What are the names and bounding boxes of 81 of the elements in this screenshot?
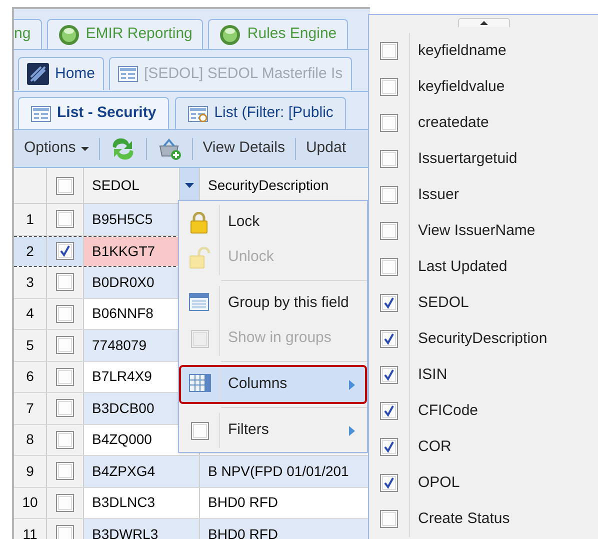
caret-icon [480, 21, 488, 25]
row-number: 1 [14, 204, 47, 234]
row-number: 4 [14, 298, 47, 329]
checkbox[interactable] [380, 474, 398, 492]
caret-icon [80, 146, 89, 150]
checkbox[interactable] [191, 422, 209, 440]
row-number: 5 [14, 330, 47, 360]
checkbox[interactable] [380, 114, 398, 132]
checkbox[interactable] [380, 78, 398, 96]
menu-item[interactable]: keyfieldname [369, 33, 598, 69]
checkbox[interactable] [56, 368, 74, 386]
checkbox[interactable] [56, 399, 74, 418]
row-number: 8 [14, 424, 47, 455]
checkbox[interactable] [380, 510, 398, 528]
table-cell: B4ZPXG4 [84, 456, 200, 486]
menu-item[interactable]: Last Updated [369, 249, 598, 285]
scroll-up-button[interactable] [458, 18, 510, 27]
row-number: 6 [14, 362, 47, 392]
menu-item[interactable]: CFICode [369, 393, 598, 429]
menu-item[interactable]: Issuer [369, 177, 598, 213]
row-number: 2 [14, 236, 47, 266]
row-number: 11 [14, 519, 47, 539]
checkbox[interactable] [380, 402, 398, 420]
menu-item[interactable]: Columns [181, 367, 365, 402]
unlock-icon [189, 246, 211, 268]
row-number: 9 [14, 456, 47, 486]
view-tab[interactable]: List (Filter: [Public [175, 97, 346, 129]
list-icon [118, 66, 138, 82]
menu-item[interactable]: Issuertargetuid [369, 141, 598, 177]
toolbar-button[interactable]: Updat [306, 137, 346, 160]
menu-item[interactable]: SecurityDescription [369, 321, 598, 357]
checkbox[interactable] [56, 273, 74, 292]
checkbox[interactable] [380, 366, 398, 384]
checkbox[interactable] [56, 336, 74, 354]
menu-item[interactable]: COR [369, 429, 598, 465]
checkbox[interactable] [380, 222, 398, 240]
menu-item[interactable]: keyfieldvalue [369, 69, 598, 105]
checkbox[interactable] [56, 210, 74, 228]
column-header[interactable]: SecurityDescription [200, 168, 370, 203]
logo-icon [27, 63, 49, 85]
caret-icon [185, 183, 194, 188]
checkbox[interactable] [380, 294, 398, 312]
table-cell-text: BHD0 RFD [208, 524, 278, 539]
checkbox[interactable] [56, 430, 74, 449]
table-cell-text: BHD0 RFD [208, 493, 278, 512]
basket-add-icon [156, 136, 182, 160]
checkbox[interactable] [380, 438, 398, 456]
orb-icon [219, 24, 242, 46]
table-cell: B3DWRL3 [84, 519, 200, 539]
menu-item[interactable]: OPOL [369, 465, 598, 501]
checkbox[interactable] [380, 258, 398, 276]
submenu-arrow-icon [349, 380, 355, 390]
row-number: 10 [14, 488, 47, 518]
table-cell-text: B NPV(FPD 01/01/201 [208, 462, 349, 481]
add-button[interactable] [156, 136, 182, 160]
checkbox[interactable] [380, 150, 398, 168]
orb-icon [58, 24, 80, 46]
list-search-icon [188, 106, 208, 122]
toolbar-button[interactable]: View Details [202, 137, 285, 160]
checkbox[interactable] [56, 176, 74, 194]
menu-item[interactable]: View IssuerName [369, 213, 598, 249]
view-tab[interactable]: List - Security [18, 97, 170, 129]
checkbox[interactable] [380, 42, 398, 60]
row-number: 3 [14, 267, 47, 298]
submenu-arrow-icon [349, 426, 355, 436]
checkbox[interactable] [56, 525, 74, 539]
checkbox[interactable] [56, 242, 74, 260]
row-number: 7 [14, 393, 47, 424]
document-tab[interactable]: Home [18, 57, 104, 90]
menu-item[interactable]: Create Status [369, 501, 598, 537]
menu-item[interactable]: ISIN [369, 357, 598, 393]
checkbox[interactable] [56, 304, 74, 323]
checkbox[interactable] [56, 494, 74, 512]
menu-item[interactable]: createdate [369, 105, 598, 141]
checkbox[interactable] [56, 462, 74, 480]
checkbox[interactable] [380, 186, 398, 204]
menu-item[interactable]: SEDOL [369, 285, 598, 321]
checkbox[interactable] [380, 330, 398, 348]
column-menu-trigger[interactable] [180, 168, 200, 203]
list-icon [31, 106, 51, 122]
options-menu-button[interactable]: Options [24, 137, 89, 160]
